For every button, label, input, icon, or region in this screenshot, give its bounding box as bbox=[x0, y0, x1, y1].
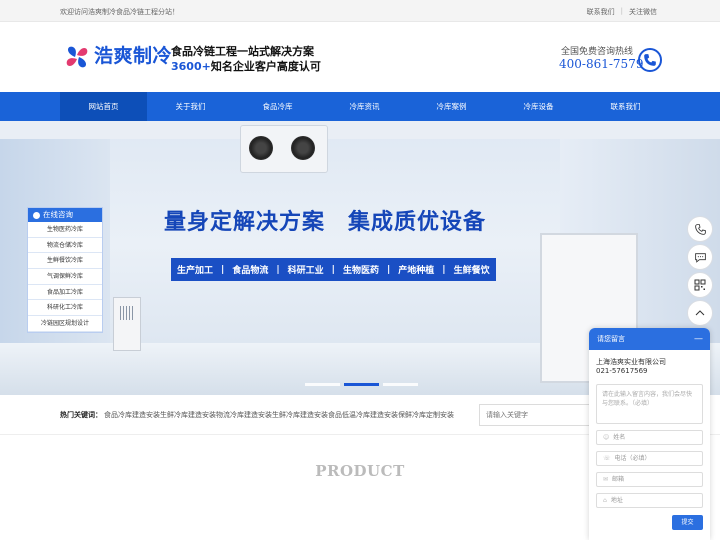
banner-tag: 产地种植 bbox=[398, 266, 435, 276]
location-icon: ⌂ bbox=[603, 497, 607, 504]
banner-tag: 生鲜餐饮 bbox=[453, 266, 490, 276]
nav-item-equipment[interactable]: 冷库设备 bbox=[495, 92, 582, 121]
message-panel-header: 请您留言 — bbox=[589, 328, 710, 350]
slide-dot-3[interactable] bbox=[383, 383, 418, 386]
banner-tag: 科研工业 bbox=[287, 266, 324, 276]
email-placeholder: 邮箱 bbox=[612, 476, 625, 483]
banner-ceiling bbox=[0, 121, 720, 139]
tag-divider: | bbox=[331, 264, 335, 275]
mail-icon: ✉ bbox=[603, 476, 609, 483]
name-placeholder: 姓名 bbox=[613, 434, 626, 441]
banner-headline: 量身定解决方案 集成质优设备 bbox=[164, 209, 487, 235]
nav-item-cases[interactable]: 冷库案例 bbox=[408, 92, 495, 121]
site-header: 浩爽制冷 食品冷链工程一站式解决方案 3600+知名企业客户高度认可 全国免费咨… bbox=[0, 22, 720, 92]
tag-divider: | bbox=[221, 264, 225, 275]
chat-icon[interactable] bbox=[687, 244, 713, 270]
phone-icon: ☏ bbox=[603, 455, 611, 462]
tag-divider: | bbox=[386, 264, 391, 275]
slogan-line2: 3600+知名企业客户高度认可 bbox=[171, 58, 321, 74]
phone-icon bbox=[638, 48, 662, 72]
pinwheel-logo-icon[interactable] bbox=[62, 42, 92, 72]
brand-name[interactable]: 浩爽制冷 bbox=[94, 41, 172, 68]
nav-item-contact[interactable]: 联系我们 bbox=[582, 92, 669, 121]
address-field[interactable]: ⌂ 地址 bbox=[596, 493, 703, 508]
main-nav: 网站首页 关于我们 食品冷库 冷库资讯 冷库案例 冷库设备 联系我们 bbox=[0, 92, 720, 121]
condenser-cabinet-image bbox=[113, 297, 141, 351]
phone-placeholder: 电话（必填） bbox=[614, 455, 651, 462]
consult-header[interactable]: 在线咨询 bbox=[28, 208, 102, 222]
message-content-field[interactable]: 请在此输入留言内容，我们会尽快与您联系。（必填） bbox=[596, 384, 703, 424]
chat-bubble-icon bbox=[33, 211, 40, 219]
slogan-highlight: 3600+ bbox=[171, 60, 211, 73]
consult-item[interactable]: 食品加工冷库 bbox=[28, 285, 102, 301]
nav-item-food-cold-storage[interactable]: 食品冷库 bbox=[234, 92, 321, 121]
phone-field[interactable]: ☏ 电话（必填） bbox=[596, 451, 703, 466]
top-link-contact[interactable]: 联系我们 bbox=[587, 7, 615, 17]
minimize-button[interactable]: — bbox=[694, 328, 703, 350]
consult-item[interactable]: 物流仓储冷库 bbox=[28, 238, 102, 254]
tag-divider: | bbox=[442, 264, 446, 275]
address-placeholder: 地址 bbox=[610, 497, 623, 504]
qrcode-icon[interactable] bbox=[687, 272, 713, 298]
company-name: 上海浩爽实业有限公司 bbox=[596, 358, 666, 366]
back-to-top-icon[interactable] bbox=[687, 300, 713, 326]
fan-icon bbox=[291, 136, 315, 160]
hotline-number[interactable]: 400-861-7579 bbox=[559, 57, 643, 71]
banner-tag-bar: 生产加工 | 食品物流 | 科研工业 | 生物医药 | 产地种植 | 生鲜餐饮 bbox=[171, 258, 496, 281]
nav-item-home[interactable]: 网站首页 bbox=[60, 92, 147, 121]
consult-title: 在线咨询 bbox=[43, 210, 73, 219]
submit-button[interactable]: 提交 bbox=[672, 515, 703, 530]
nav-item-about[interactable]: 关于我们 bbox=[147, 92, 234, 121]
online-consult-panel: 在线咨询 生物医药冷库 物流仓储冷库 生鲜餐饮冷库 气调保鲜冷库 食品加工冷库 … bbox=[27, 207, 103, 333]
slogan-line1: 食品冷链工程一站式解决方案 bbox=[171, 45, 314, 58]
hotline-label: 全国免费咨询热线 bbox=[561, 47, 634, 57]
hot-keywords-links[interactable]: 食品冷库建造安装生鲜冷库建造安装物流冷库建造安装生鲜冷库建造安装食品低温冷库建造… bbox=[104, 410, 454, 420]
search-input[interactable] bbox=[479, 404, 595, 426]
top-link-wechat[interactable]: 关注微信 bbox=[629, 7, 657, 17]
slide-dots bbox=[305, 383, 418, 386]
company-phone: 021-57617569 bbox=[596, 367, 648, 375]
email-field[interactable]: ✉ 邮箱 bbox=[596, 472, 703, 487]
top-link-divider: | bbox=[620, 7, 623, 15]
top-links: 联系我们 | 关注微信 bbox=[587, 7, 657, 17]
fan-icon bbox=[249, 136, 273, 160]
consult-item[interactable]: 生鲜餐饮冷库 bbox=[28, 253, 102, 270]
banner-tag: 生物医药 bbox=[342, 266, 379, 276]
leave-message-panel: 请您留言 — 上海浩爽实业有限公司 021-57617569 请在此输入留言内容… bbox=[589, 328, 710, 540]
top-bar: 欢迎访问浩爽制冷食品冷链工程分站！ 联系我们 | 关注微信 bbox=[0, 0, 720, 22]
consult-item[interactable]: 生物医药冷库 bbox=[28, 222, 102, 238]
slide-dot-2[interactable] bbox=[344, 383, 379, 386]
slogan-rest: 知名企业客户高度认可 bbox=[210, 60, 321, 73]
message-panel-title: 请您留言 bbox=[597, 335, 625, 343]
nav-item-news[interactable]: 冷库资讯 bbox=[321, 92, 408, 121]
tag-divider: | bbox=[276, 264, 280, 275]
user-icon: ☺ bbox=[603, 434, 610, 441]
consult-item[interactable]: 冷链园区规划设计 bbox=[28, 316, 102, 332]
welcome-text: 欢迎访问浩爽制冷食品冷链工程分站！ bbox=[60, 8, 179, 16]
slide-dot-1[interactable] bbox=[305, 383, 340, 386]
banner-tag: 生产加工 bbox=[177, 266, 214, 276]
hot-keywords-label: 热门关键词： bbox=[60, 411, 102, 419]
evaporator-unit-image bbox=[240, 125, 328, 173]
phone-icon[interactable] bbox=[687, 216, 713, 242]
consult-item[interactable]: 气调保鲜冷库 bbox=[28, 269, 102, 285]
consult-item[interactable]: 科研化工冷库 bbox=[28, 300, 102, 317]
name-field[interactable]: ☺ 姓名 bbox=[596, 430, 703, 445]
banner-tag: 食品物流 bbox=[232, 266, 269, 276]
